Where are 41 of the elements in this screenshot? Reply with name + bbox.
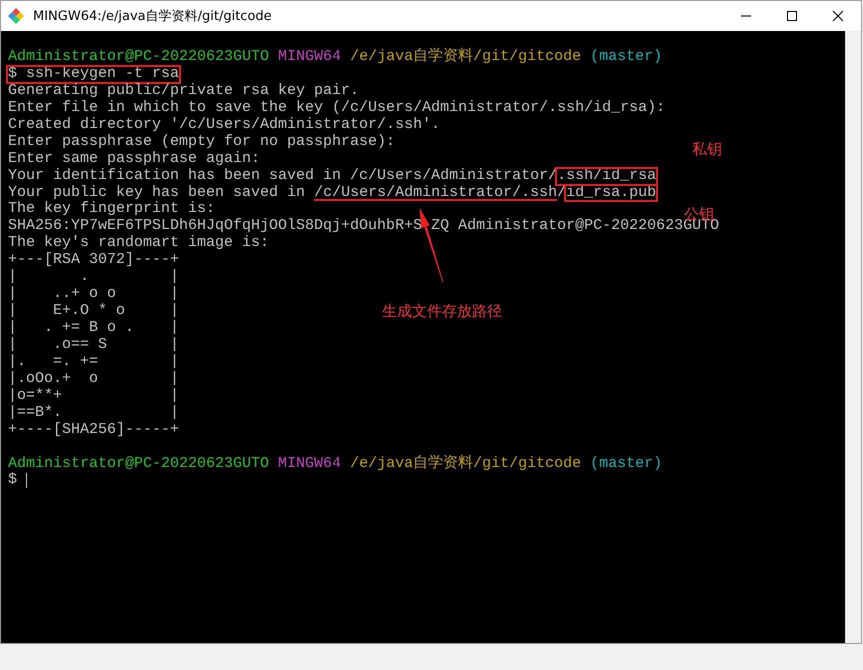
prompt-user: Administrator@PC-20220623GUTO (8, 456, 270, 472)
prompt-branch: (master) (590, 49, 662, 66)
diamond-app-icon (7, 7, 25, 25)
terminal-text: |.oOo.+ o | (8, 370, 180, 388)
terminal-text: Generating public/private rsa key pair. (8, 82, 360, 100)
terminal-text: The key's randomart image is: (8, 235, 270, 252)
terminal-text: SHA256:YP7wEF6TPSLDh6HJqOfqHjOOlS8Dqj+dOuhbR+S (8, 218, 422, 235)
prompt-user: Administrator@PC-20220623GUTO (8, 49, 270, 66)
terminal-text: | . | (8, 269, 180, 286)
prompt-host: MINGW64 (278, 49, 342, 66)
close-icon (832, 10, 844, 22)
terminal-text: Your identification has been saved in /c/Users/Administrator/ (8, 168, 558, 184)
terminal-text: Enter same passphrase again: (8, 150, 260, 168)
terminal-text: |o=**+ | (8, 388, 180, 405)
terminal-text: Created directory '/c/Users/Administrator/.ssh'. (8, 116, 440, 134)
terminal-text: +---[RSA 3072]----+ (8, 252, 180, 269)
prompt-path: /e/java自学资料/git/gitcode (350, 49, 582, 66)
terminal-text: Your public key has been saved in (8, 184, 306, 201)
terminal-text: Enter passphrase (empty for no passphrase): (8, 134, 396, 151)
highlighted-text: id_rsa.pub (565, 184, 658, 202)
annotation-label: 私钥 (692, 141, 722, 158)
highlighted-text: .ssh/id_rsa (556, 168, 658, 184)
terminal-text: $ (8, 472, 18, 490)
terminal-text: |==B*. | (8, 404, 180, 422)
terminal-text: | E+.O * o | (8, 303, 180, 320)
prompt-branch: (master) (590, 456, 662, 472)
window-title: MINGW64:/e/java自学资料/git/gitcode (33, 8, 273, 25)
terminal-text: | ..+ o o | (8, 286, 180, 303)
annotation-label: 生成文件存放路径 (382, 303, 502, 320)
prompt-host: MINGW64 (278, 456, 342, 472)
maximize-icon (786, 10, 798, 22)
underlined-text: /c/Users/Administrator/.ssh (314, 184, 558, 202)
scrollbar[interactable] (845, 31, 861, 643)
highlighted-text: $ ssh-keygen -t rsa (7, 66, 180, 83)
terminal-text: +----[SHA256]-----+ (8, 422, 180, 439)
terminal-text: Enter file in which to save the key (/c/Users/Administrator/.ssh/id_rsa): (8, 100, 666, 117)
terminal-text: |. =. += | (8, 354, 180, 371)
prompt-path: /e/java自学资料/git/gitcode (350, 456, 582, 472)
terminal-text: | . += B o . | (8, 320, 180, 337)
terminal-text: | .o== S | (8, 336, 180, 354)
terminal-text: The key fingerprint is: (8, 201, 216, 218)
